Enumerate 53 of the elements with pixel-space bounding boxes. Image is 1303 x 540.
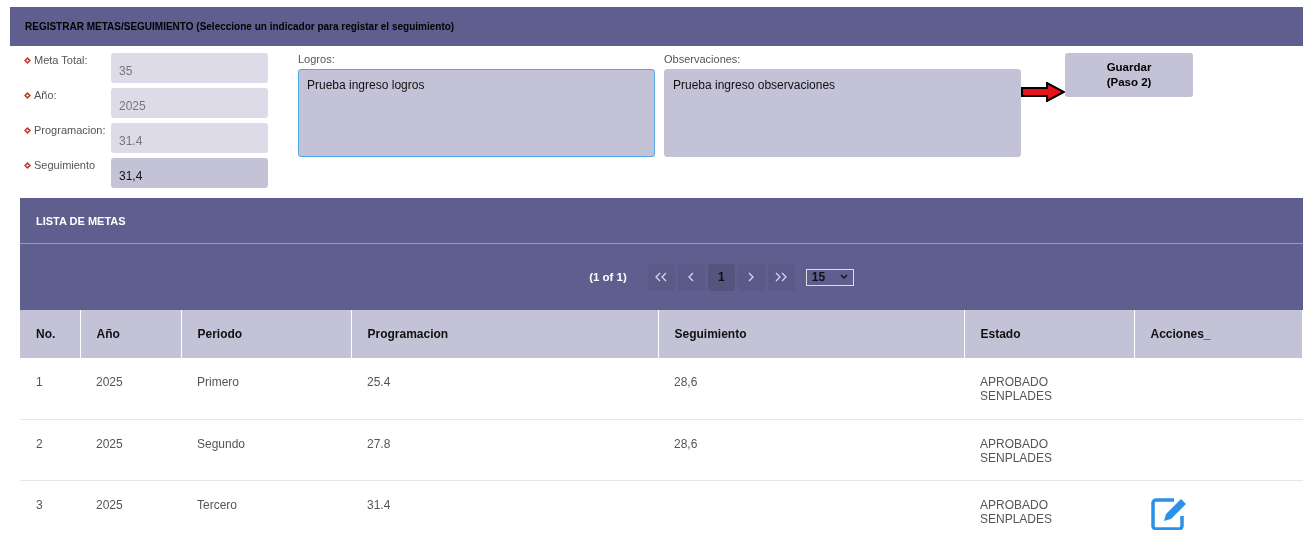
field-label: Meta Total: (24, 53, 111, 83)
arrow-icon (1021, 82, 1065, 102)
first-page-button[interactable] (647, 263, 675, 291)
required-icon (24, 162, 31, 169)
table-cell: 2025 (96, 375, 123, 389)
table-cell: Tercero (197, 497, 237, 512)
table-cell: 2 (36, 436, 43, 451)
previous-page-button[interactable] (677, 263, 705, 291)
table-cell-text: APROBADO SENPLADES (980, 497, 1054, 526)
column-header: Programacion (351, 310, 658, 358)
save-button[interactable]: Guardar (Paso 2) (1065, 53, 1193, 97)
field-label: Año: (24, 88, 111, 118)
required-icon (24, 127, 31, 134)
field-label: Seguimiento (24, 158, 111, 188)
double-chevron-left-icon (655, 272, 668, 282)
table-cell: 25.4 (367, 375, 391, 389)
table-cell-text: APROBADO SENPLADES (980, 375, 1054, 403)
text-area[interactable]: Prueba ingreso observaciones (664, 69, 1021, 157)
last-page-button[interactable] (767, 263, 795, 291)
chevron-left-icon (687, 272, 696, 282)
table-cell: 2025 (96, 436, 123, 451)
column-header: Estado (964, 310, 1134, 358)
required-icon (24, 92, 31, 99)
field-label: Observaciones: (664, 53, 742, 67)
panel-title: LISTA DE METAS (36, 214, 126, 227)
table-cell: 28,6 (674, 436, 698, 451)
page-size-dropdown[interactable]: 15 (805, 268, 854, 286)
table-cell: 2025 (96, 497, 123, 512)
chevron-down-icon (839, 274, 848, 280)
column-header: Seguimiento (658, 310, 964, 358)
text-area[interactable]: Prueba ingreso logros (298, 69, 655, 157)
required-icon (24, 57, 31, 64)
field-label: Logros: (298, 53, 336, 67)
table-cell: Segundo (197, 436, 246, 451)
section-title: REGISTRAR METAS/SEGUIMIENTO (Seleccione un indicador para registar el seguimiento) (25, 21, 455, 32)
table-cell: 27.8 (367, 436, 391, 451)
double-chevron-right-icon (775, 272, 788, 282)
input-field[interactable]: 31,4 (111, 158, 268, 188)
table-cell: 31.4 (367, 497, 391, 512)
table-cell: Primero (197, 375, 239, 389)
chevron-right-icon (747, 272, 756, 282)
field-label: Programacion: (24, 123, 111, 153)
table-cell: 1 (36, 375, 43, 389)
column-header: Periodo (181, 310, 351, 358)
table-cell: 3 (36, 497, 43, 512)
page-summary: (1 of 1) (589, 271, 627, 283)
column-header: Año (80, 310, 181, 358)
table-cell-text: APROBADO SENPLADES (980, 436, 1054, 465)
column-header: Acciones_ (1134, 310, 1303, 358)
page-button[interactable]: 1 (707, 263, 735, 291)
column-header: No. (20, 310, 80, 358)
table-cell: 28,6 (674, 375, 698, 389)
next-page-button[interactable] (737, 263, 765, 291)
